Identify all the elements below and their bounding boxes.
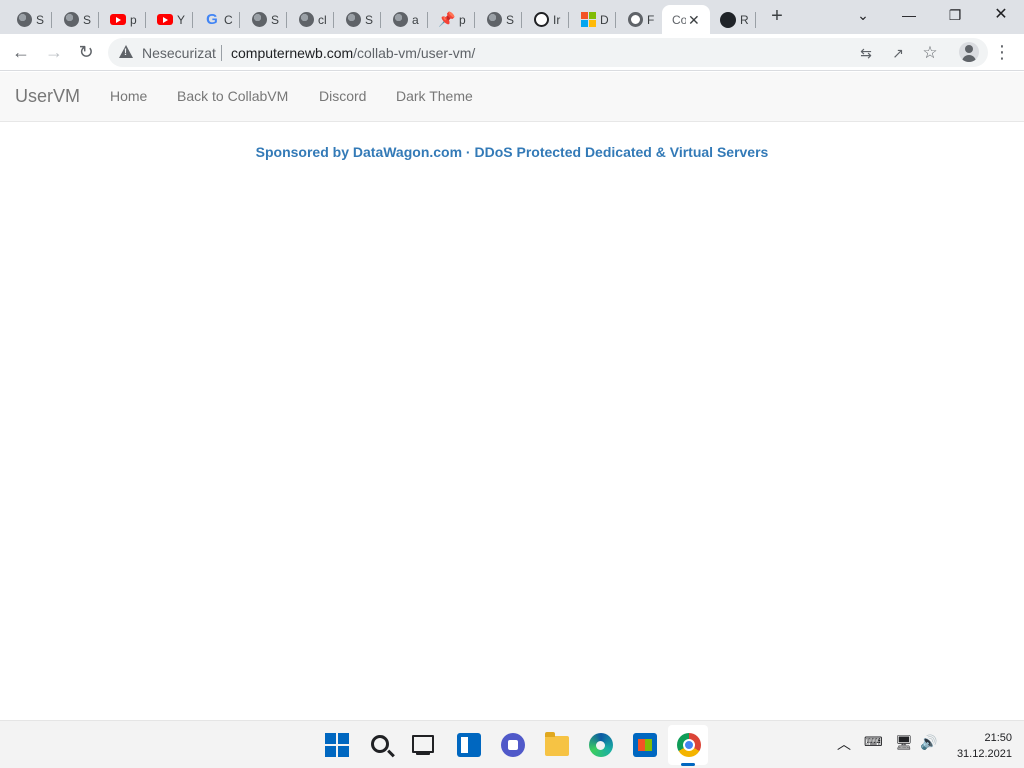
- windows-taskbar: ︿ ⌨ 🖥 🔊 21:50 31.12.2021: [0, 720, 1024, 768]
- globe-icon: [63, 12, 79, 28]
- chevron-up-icon[interactable]: ︿: [836, 734, 852, 754]
- tab-title: S: [365, 12, 374, 27]
- minimize-button[interactable]: —: [886, 0, 932, 34]
- reload-button[interactable]: ↻: [72, 38, 100, 66]
- browser-tab[interactable]: S: [6, 5, 52, 34]
- browser-tab[interactable]: G C: [194, 5, 240, 34]
- pin-icon: 📌: [438, 11, 456, 27]
- restore-button[interactable]: ❐: [932, 0, 978, 34]
- close-window-button[interactable]: ✕: [978, 0, 1024, 34]
- microsoft-icon: [580, 12, 596, 28]
- url-domain: computernewb.com: [231, 45, 354, 61]
- volume-icon[interactable]: 🔊: [919, 734, 939, 751]
- keyboard-icon[interactable]: ⌨: [864, 734, 883, 750]
- file-explorer-icon[interactable]: [545, 732, 569, 756]
- share-icon[interactable]: ↗: [888, 43, 908, 63]
- nav-back-to-collabvm[interactable]: Back to CollabVM: [177, 88, 288, 104]
- browser-tab[interactable]: S: [476, 5, 522, 34]
- globe-icon: [345, 12, 361, 28]
- youtube-icon: [157, 12, 173, 28]
- github-icon: [720, 11, 736, 28]
- browser-tab[interactable]: cl: [288, 5, 334, 34]
- tab-title: p: [459, 12, 466, 27]
- browser-tab[interactable]: S: [241, 5, 287, 34]
- sponsor-link[interactable]: Sponsored by DataWagon.com · DDoS Protec…: [0, 144, 1024, 160]
- forward-button[interactable]: →: [40, 38, 68, 66]
- browser-tab[interactable]: Ir: [523, 5, 569, 34]
- tab-title: Ir: [553, 12, 561, 27]
- chrome-icon: [627, 12, 643, 28]
- globe-icon: [251, 12, 267, 28]
- translate-icon[interactable]: ⇆: [856, 43, 876, 63]
- globe-icon: [16, 12, 32, 28]
- browser-tab[interactable]: Y: [147, 5, 193, 34]
- tab-title: S: [271, 12, 280, 27]
- browser-tab[interactable]: a: [382, 5, 428, 34]
- url-text[interactable]: computernewb.com/collab-vm/user-vm/: [231, 45, 475, 61]
- back-button[interactable]: ←: [7, 38, 35, 66]
- clock-date: 31.12.2021: [956, 748, 1012, 760]
- url-divider: [221, 45, 222, 61]
- browser-tab-active[interactable]: Co ✕: [662, 5, 710, 34]
- tab-title: S: [83, 12, 92, 27]
- active-app-indicator: [681, 763, 695, 766]
- tab-title: Y: [177, 12, 186, 27]
- globe-icon: [298, 12, 314, 28]
- browser-tab[interactable]: p: [100, 5, 146, 34]
- close-tab-icon[interactable]: ✕: [688, 13, 700, 27]
- tab-title: D: [600, 12, 609, 27]
- nav-home[interactable]: Home: [110, 88, 147, 104]
- site-navbar: UserVM Home Back to CollabVM Discord Dar…: [0, 72, 1024, 122]
- address-bar[interactable]: Nesecurizat computernewb.com/collab-vm/u…: [108, 38, 988, 67]
- browser-tab[interactable]: S: [53, 5, 99, 34]
- url-path: /collab-vm/user-vm/: [353, 45, 476, 61]
- warning-icon[interactable]: [119, 45, 133, 58]
- network-icon[interactable]: 🖥: [895, 734, 913, 751]
- tab-title: a: [412, 12, 419, 27]
- tab-title: Co: [672, 12, 686, 27]
- chrome-taskbar-icon[interactable]: [677, 733, 701, 757]
- tab-title: cl: [318, 12, 327, 27]
- profile-avatar-icon[interactable]: [959, 42, 979, 62]
- tab-title: p: [130, 12, 137, 27]
- teams-chat-icon[interactable]: [501, 733, 525, 757]
- browser-tab[interactable]: F: [617, 5, 663, 34]
- youtube-icon: [110, 12, 126, 28]
- extension-icon: [533, 12, 549, 28]
- browser-menu-icon[interactable]: ⋮: [993, 38, 1011, 66]
- start-button-icon[interactable]: [325, 733, 349, 757]
- browser-tab[interactable]: R: [710, 5, 756, 34]
- clock-time: 21:50: [984, 732, 1012, 744]
- globe-icon: [392, 12, 408, 28]
- globe-icon: [486, 12, 502, 28]
- browser-tab[interactable]: S: [335, 5, 381, 34]
- tab-search-button[interactable]: ⌄: [840, 0, 886, 34]
- bookmark-star-icon[interactable]: ☆: [920, 43, 940, 63]
- tab-title: F: [647, 12, 655, 27]
- browser-toolbar: ← → ↻ Nesecurizat computernewb.com/colla…: [0, 34, 1024, 71]
- security-status[interactable]: Nesecurizat: [142, 45, 216, 61]
- search-icon[interactable]: [371, 735, 389, 753]
- tab-title: R: [740, 12, 749, 27]
- microsoft-store-icon[interactable]: [633, 733, 657, 757]
- tab-title: C: [224, 12, 233, 27]
- tab-title: S: [36, 12, 45, 27]
- browser-tab[interactable]: 📌 p: [429, 5, 475, 34]
- widgets-icon[interactable]: [457, 733, 481, 757]
- site-brand[interactable]: UserVM: [15, 86, 80, 107]
- browser-tab[interactable]: D: [570, 5, 616, 34]
- edge-browser-icon[interactable]: [589, 733, 613, 757]
- nav-dark-theme[interactable]: Dark Theme: [396, 88, 473, 104]
- tab-title: S: [506, 12, 515, 27]
- tab-strip: S S p Y G C S cl S a 📌 p S Ir D F Co ✕ R…: [0, 0, 1024, 34]
- new-tab-button[interactable]: +: [766, 5, 788, 27]
- nav-discord[interactable]: Discord: [319, 88, 366, 104]
- task-view-icon[interactable]: [412, 735, 434, 755]
- taskbar-clock[interactable]: 21:50 31.12.2021: [946, 730, 1012, 762]
- google-icon: G: [206, 11, 218, 28]
